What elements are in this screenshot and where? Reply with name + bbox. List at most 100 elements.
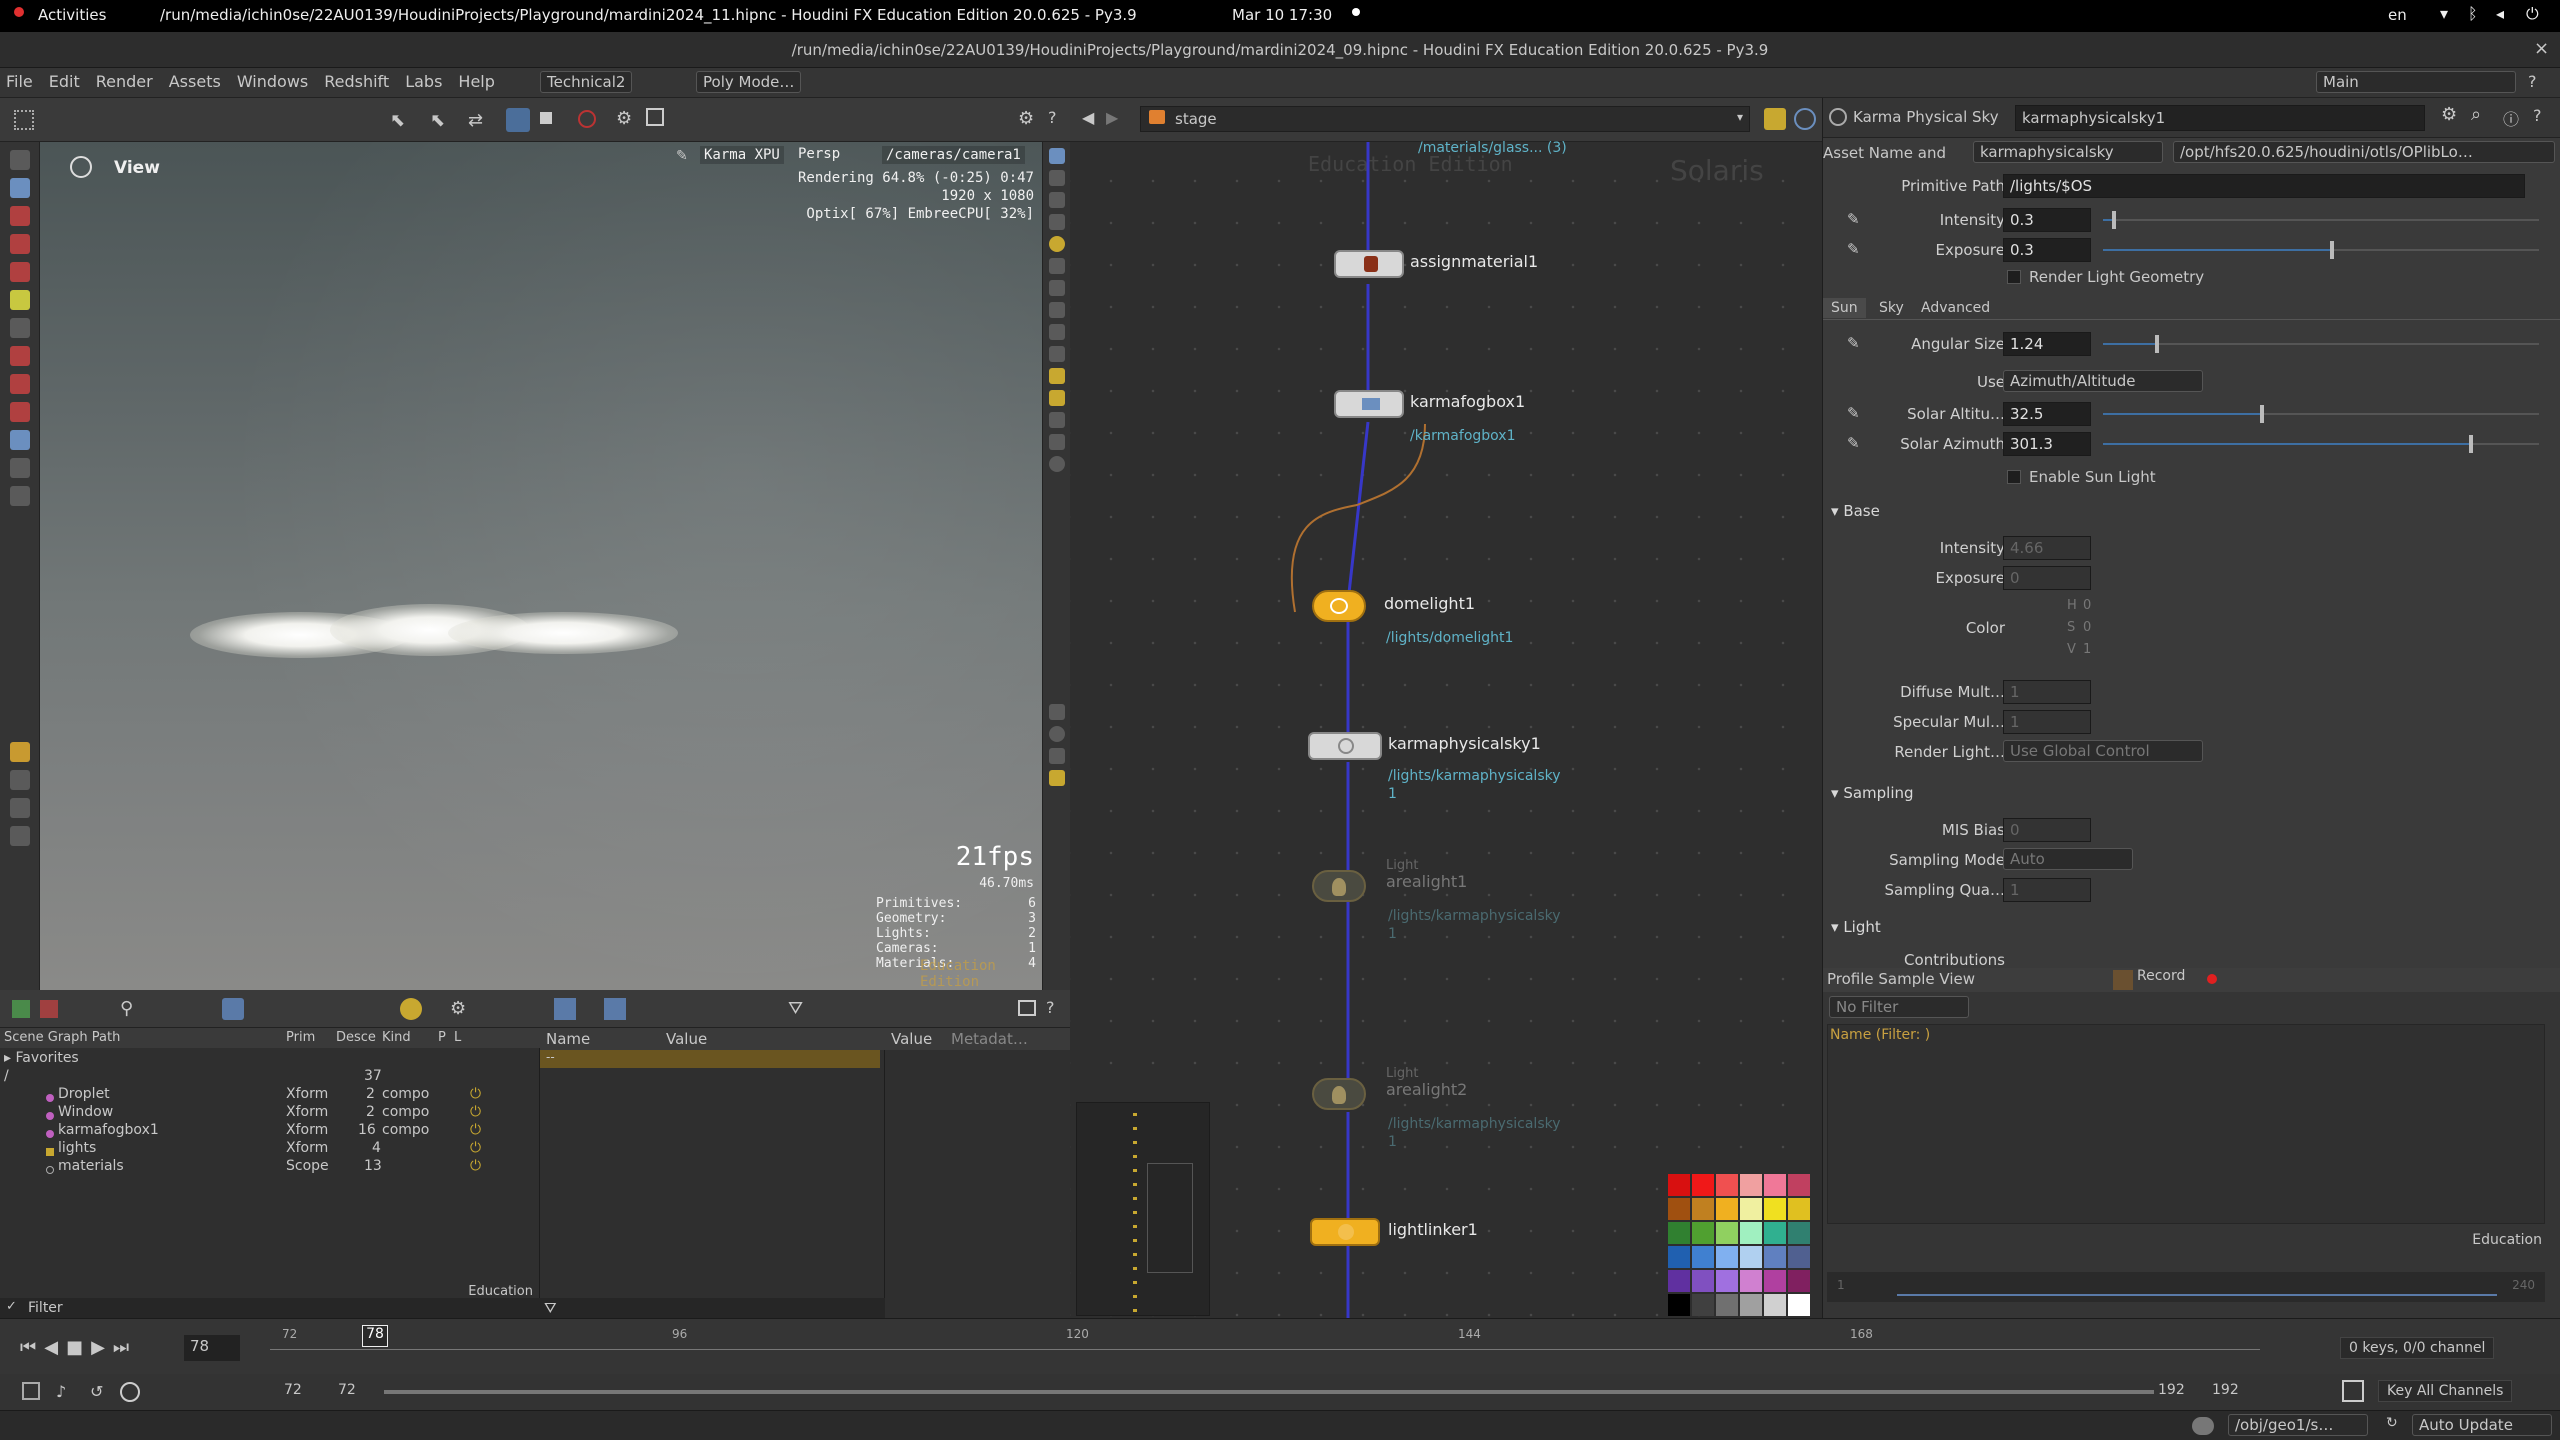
edit-pencil-icon[interactable]: ✎ (1847, 210, 1860, 228)
intensity-slider[interactable] (2103, 211, 2539, 229)
key-all-channels[interactable]: Key All Channels (2378, 1380, 2513, 1402)
lightlinker-node[interactable] (1310, 1218, 1380, 1246)
swatch[interactable] (1740, 1222, 1762, 1244)
range-end2-field[interactable]: 192 (2212, 1382, 2239, 1398)
section-light[interactable]: ▾ Light (1831, 918, 1881, 936)
edit-pencil-icon[interactable]: ✎ (1847, 404, 1860, 422)
tab-metadata[interactable]: Metadat… (951, 1030, 1028, 1048)
rotate-tool-icon[interactable]: ⇄ (468, 110, 483, 131)
grid-icon[interactable] (14, 110, 34, 130)
tab-value[interactable]: Value (891, 1030, 932, 1048)
view-toggle-icon[interactable] (222, 998, 244, 1020)
karmafogbox-node[interactable] (1334, 390, 1404, 418)
swatch[interactable] (1740, 1270, 1762, 1292)
swatch[interactable] (1668, 1270, 1690, 1292)
edit-pencil-icon[interactable]: ✎ (1847, 240, 1860, 258)
swatch[interactable] (1716, 1198, 1738, 1220)
arealight2-label[interactable]: arealight2 (1386, 1080, 1467, 1099)
azimuth-field[interactable]: 301.3 (2003, 432, 2091, 456)
filter-icon[interactable]: ⛛ (788, 998, 803, 1019)
table-row[interactable]: lights Xform 4 ⏻ (0, 1140, 540, 1158)
show-icon[interactable]: ⚲ (120, 998, 133, 1019)
domelight-node[interactable] (1312, 590, 1366, 622)
network-minimap[interactable] (1076, 1102, 1210, 1316)
swatch[interactable] (1788, 1270, 1810, 1292)
col-desc[interactable]: Desce (336, 1030, 376, 1045)
swatch[interactable] (1740, 1246, 1762, 1268)
swatch[interactable] (1740, 1198, 1762, 1220)
record-icon[interactable] (2113, 970, 2133, 990)
menu-render[interactable]: Render (96, 72, 153, 91)
swatch[interactable] (1668, 1294, 1690, 1316)
edit-pencil-icon[interactable]: ✎ (676, 148, 688, 164)
volume-icon[interactable]: ◂ (2496, 4, 2504, 23)
swatch[interactable] (1764, 1198, 1786, 1220)
stop-render-icon[interactable] (540, 112, 552, 124)
use-selector[interactable]: Azimuth/Altitude (2003, 370, 2203, 392)
main-shelf-selector[interactable]: Main (2316, 71, 2516, 93)
swatch[interactable] (1668, 1222, 1690, 1244)
swatch[interactable] (1716, 1222, 1738, 1244)
path-dropdown-icon[interactable]: ▾ (1737, 110, 1743, 124)
mis-field[interactable]: 0 (2003, 818, 2091, 842)
attr-selected-row[interactable]: -- (540, 1050, 880, 1068)
col-prim[interactable]: Prim (286, 1030, 315, 1045)
camera-selector[interactable]: /cameras/camera1 (882, 146, 1025, 164)
camera-icon[interactable]: ⚙ (616, 108, 632, 129)
play-icon[interactable]: ▶ (91, 1337, 113, 1358)
audio-icon[interactable]: ♪ (56, 1382, 66, 1401)
angular-field[interactable]: 1.24 (2003, 332, 2091, 356)
step-back-icon[interactable]: ◀ (44, 1337, 66, 1358)
render-geo-checkbox[interactable] (2007, 270, 2021, 284)
path-field[interactable]: stage ▾ (1140, 106, 1750, 132)
move-tool-icon[interactable]: ⬉ (430, 110, 445, 131)
angular-slider[interactable] (2103, 335, 2539, 353)
light-visibility-icon[interactable] (1048, 236, 1065, 252)
tab-advanced[interactable]: Advanced (1913, 298, 1998, 318)
profile-filter[interactable]: No Filter (1829, 996, 1969, 1018)
columns-icon[interactable] (604, 998, 626, 1020)
s-value[interactable]: 0 (2083, 620, 2091, 635)
swatch[interactable] (1788, 1222, 1810, 1244)
range-end-field[interactable]: 192 (2158, 1382, 2185, 1398)
range-start2-field[interactable]: 72 (338, 1382, 356, 1398)
swatch[interactable] (1692, 1222, 1714, 1244)
menu-assets[interactable]: Assets (169, 72, 221, 91)
angular-knob[interactable] (2155, 335, 2160, 353)
profile-range-bar[interactable] (1897, 1294, 2497, 1296)
menu-redshift[interactable]: Redshift (324, 72, 389, 91)
info-icon[interactable]: ⓘ (2503, 106, 2519, 130)
node-name-field[interactable]: karmaphysicalsky1 (2015, 105, 2425, 131)
color-palette[interactable] (1668, 1174, 1816, 1322)
swatch[interactable] (1764, 1174, 1786, 1196)
language-indicator[interactable]: en (2388, 6, 2407, 24)
link-icon[interactable] (1794, 108, 1816, 130)
swatch[interactable] (1668, 1246, 1690, 1268)
layout-icon[interactable] (1048, 770, 1065, 786)
table-row[interactable]: Window Xform 2 compo ⏻ (0, 1104, 540, 1122)
altitude-slider[interactable] (2103, 405, 2539, 423)
h-value[interactable]: 0 (2083, 598, 2091, 613)
display-icon[interactable] (9, 770, 30, 790)
swatch[interactable] (1740, 1174, 1762, 1196)
scene-viewport[interactable]: View ✎ Karma XPU Persp /cameras/camera1 … (40, 142, 1042, 990)
sphere-icon[interactable] (1048, 456, 1065, 472)
playhead[interactable]: 78 (362, 1325, 388, 1347)
camera-snap-icon[interactable] (1018, 1000, 1036, 1016)
profile-list[interactable]: Name (Filter: ) (1827, 1024, 2545, 1224)
tab-sky[interactable]: Sky (1871, 298, 1912, 318)
shading-icon[interactable] (1048, 302, 1065, 318)
poly-mode-selector[interactable]: Poly Mode… (696, 71, 802, 93)
asset-path-selector[interactable]: /opt/hfs20.0.625/houdini/otls/OPlibLo… (2173, 141, 2555, 163)
help-icon[interactable]: ? (2533, 106, 2542, 125)
power-icon[interactable]: ⏻ (2526, 4, 2539, 24)
stop-icon[interactable]: ■ (66, 1337, 91, 1358)
visibility-icon[interactable]: ⏻ (470, 1158, 481, 1174)
target-icon[interactable] (400, 998, 422, 1020)
swatch[interactable] (1764, 1294, 1786, 1316)
geometry-icon[interactable] (9, 798, 30, 818)
azimuth-slider[interactable] (2103, 435, 2539, 453)
section-base[interactable]: ▾ Base (1831, 502, 1880, 520)
snap-icon[interactable] (9, 402, 30, 422)
key-icon[interactable] (2342, 1380, 2364, 1402)
